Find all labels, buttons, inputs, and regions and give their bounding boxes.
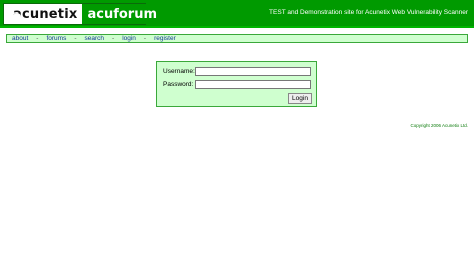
- nav-link-register[interactable]: register: [154, 35, 176, 42]
- nav-link-forums[interactable]: forums: [46, 35, 66, 42]
- username-label: Username:: [163, 68, 195, 75]
- nav-separator: -: [143, 35, 147, 42]
- password-label: Password:: [163, 81, 194, 88]
- logo-acuforum-text: acuforum: [82, 4, 163, 24]
- nav-separator: -: [36, 35, 39, 42]
- login-button[interactable]: Login: [288, 93, 312, 104]
- nav-separator: -: [74, 35, 77, 42]
- login-form: Username: Password: Login: [156, 61, 317, 107]
- site-logo[interactable]: acunetix acuforum: [3, 3, 163, 25]
- nav-link-about[interactable]: about: [12, 35, 28, 42]
- logo-acunetix-text: acunetix: [13, 6, 78, 22]
- site-header: acunetix acuforum TEST and Demonstration…: [0, 0, 474, 28]
- nav-link-login[interactable]: login: [122, 35, 136, 42]
- copyright-text: Copyright 2006 Acunetix Ltd.: [410, 123, 468, 128]
- username-input[interactable]: [195, 67, 311, 76]
- header-tagline: TEST and Demonstration site for Acunetix…: [269, 9, 468, 16]
- nav-link-search[interactable]: search: [85, 35, 105, 42]
- password-input[interactable]: [195, 80, 311, 89]
- nav-separator: -: [112, 35, 115, 42]
- nav-bar: about - forums - search - login - regist…: [6, 34, 468, 43]
